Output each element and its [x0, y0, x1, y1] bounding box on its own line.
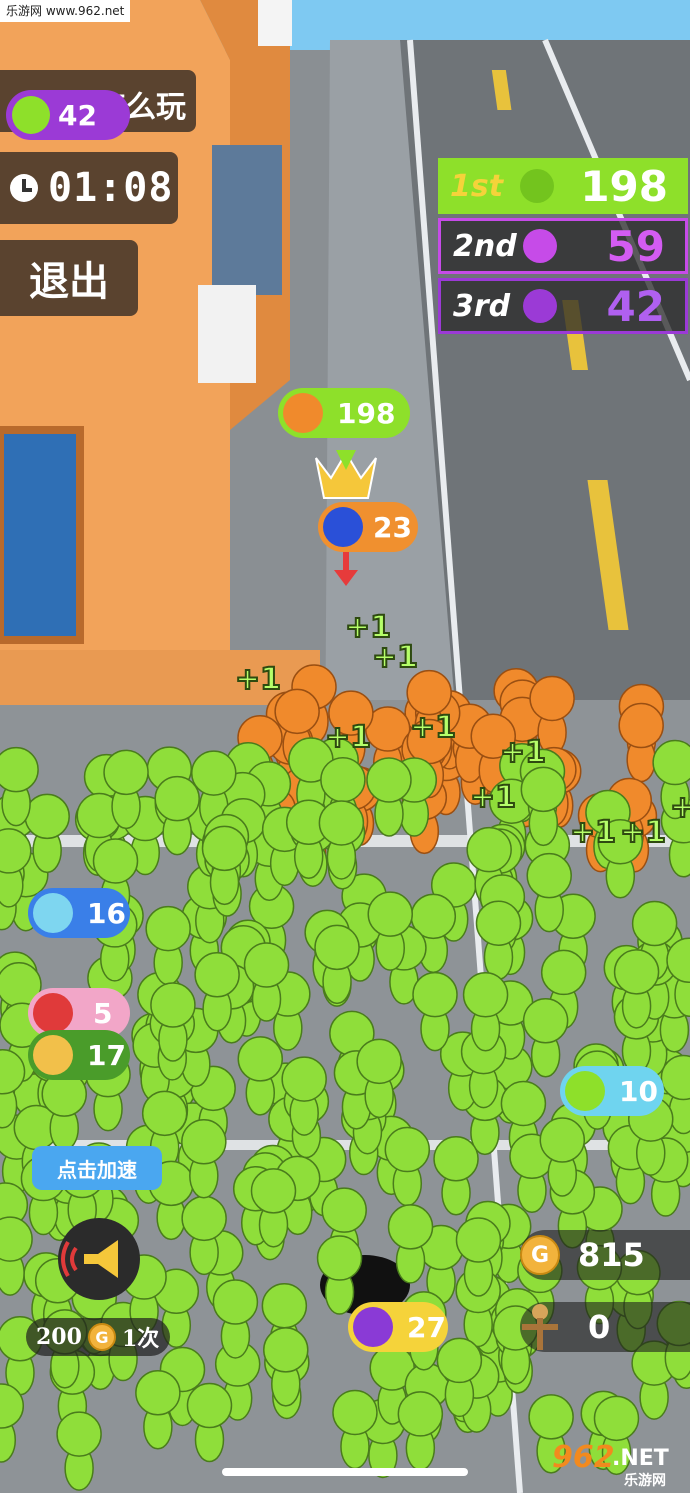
plus-one-label: +1 [569, 814, 617, 851]
cyan-avatar-icon [33, 893, 73, 933]
plus-one-label: +1 [409, 709, 457, 746]
leaderboard-row-1: 1st 198 [438, 158, 688, 214]
coin-icon: G [520, 1235, 560, 1275]
cyan-crowd-tag: 16 [28, 888, 130, 938]
item-balance: 0 [520, 1302, 690, 1352]
clock-icon [10, 174, 38, 202]
arrow-down-icon [334, 552, 358, 586]
rank-avatar-icon [523, 229, 557, 263]
exit-button[interactable]: 退出 [0, 240, 138, 316]
plus-one-label: +1 [499, 734, 547, 771]
leader-crowd-tag: 198 [278, 388, 410, 438]
rank-label: 3rd [453, 288, 511, 324]
timer-text: 01:08 [48, 165, 174, 211]
yellow-avatar-icon [33, 1035, 73, 1075]
cyan-score: 16 [87, 896, 126, 930]
item-count: 0 [588, 1308, 611, 1346]
logo-suffix: .NET [612, 1446, 669, 1471]
green-crowd-tag: 17 [28, 1030, 130, 1080]
rank-label: 2nd [453, 228, 517, 264]
blue-crowd-tag: 23 [318, 502, 418, 552]
home-indicator[interactable] [222, 1468, 468, 1476]
plus-one-label: +1 [324, 719, 372, 756]
plus-one-label: +1 [669, 789, 690, 826]
purple-crowd-tag: 27 [348, 1302, 448, 1352]
boost-cost-amount: 200 [36, 1324, 82, 1350]
green-score: 17 [87, 1038, 126, 1072]
red-score: 5 [93, 996, 113, 1030]
rank-label: 1st [450, 168, 504, 204]
logo-main: 962 [552, 1440, 615, 1475]
rank-score: 59 [606, 221, 665, 271]
boost-cost: 200 G 1次 [26, 1318, 170, 1356]
purple-avatar-icon [353, 1307, 393, 1347]
teal-crowd-tag: 10 [560, 1066, 664, 1116]
scarecrow-icon [522, 1304, 558, 1350]
coin-icon: G [87, 1323, 116, 1351]
purple-score: 27 [407, 1310, 446, 1344]
plus-one-label: +1 [619, 814, 667, 851]
site-logo: 962 .NET 乐游网 [552, 1440, 688, 1490]
leader-score: 198 [337, 396, 396, 430]
speed-up-tip[interactable]: 点击加速 [32, 1146, 162, 1190]
rank-score: 42 [606, 281, 665, 331]
red-avatar-icon [33, 993, 73, 1033]
coin-balance: G 815 [520, 1230, 690, 1280]
plus-one-label: +1 [234, 661, 282, 698]
site-watermark: 乐游网 www.962.net [0, 0, 131, 22]
self-count: 42 [58, 98, 97, 132]
rank-avatar-icon [520, 169, 554, 203]
orange-avatar-icon [283, 393, 323, 433]
green-avatar-icon [565, 1071, 605, 1111]
timer-panel: 01:08 [0, 152, 178, 224]
rank-avatar-icon [523, 289, 557, 323]
leaderboard-row-3: 3rd 42 [438, 278, 688, 334]
boost-uses: 1次 [121, 1326, 160, 1352]
teal-score: 10 [619, 1074, 658, 1108]
player-avatar-icon [12, 96, 50, 134]
plus-one-label: +1 [371, 639, 419, 676]
logo-sub: 乐游网 [624, 1473, 666, 1489]
rank-score: 198 [580, 161, 668, 211]
megaphone-icon [61, 1240, 118, 1278]
leaderboard-row-2: 2nd 59 [438, 218, 688, 274]
coin-count: 815 [578, 1236, 645, 1274]
crown-icon [315, 450, 377, 499]
self-count-badge: 42 [6, 90, 130, 140]
blue-avatar-icon [323, 507, 363, 547]
boost-button[interactable] [58, 1218, 140, 1300]
blue-score: 23 [373, 510, 412, 544]
plus-one-label: +1 [469, 779, 517, 816]
